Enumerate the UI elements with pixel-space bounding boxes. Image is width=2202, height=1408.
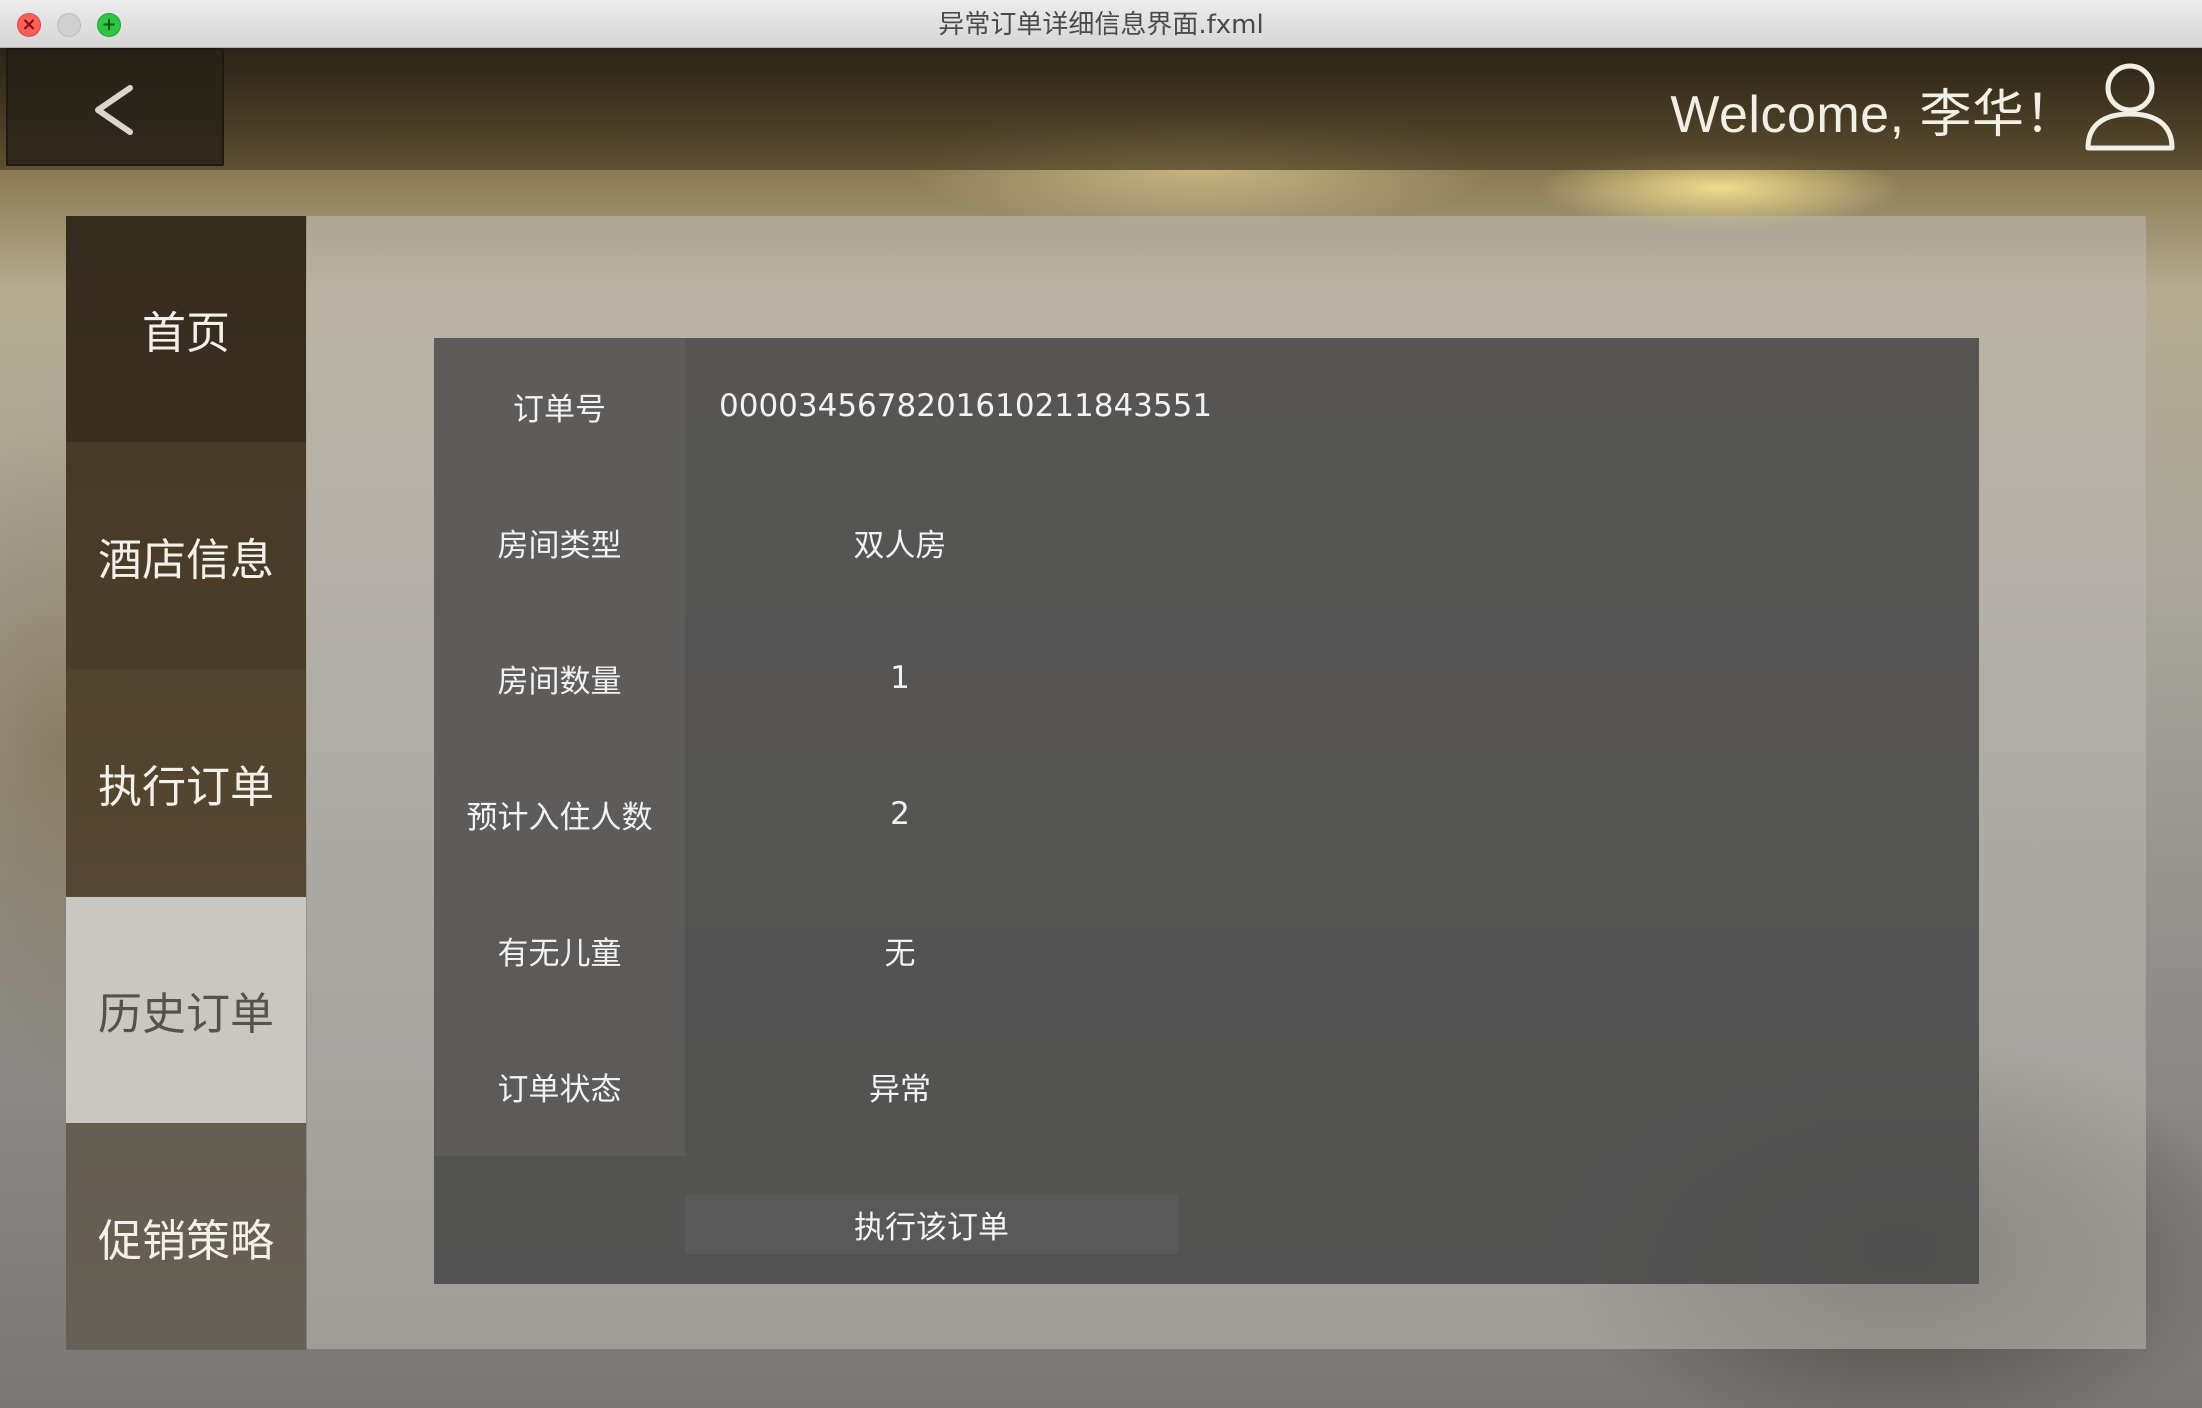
order-detail-card: 订单号 0000345678201610211843551 房间类型 双人房 房… [434, 338, 1979, 1284]
user-avatar-icon[interactable] [2082, 58, 2178, 154]
order-number-value: 0000345678201610211843551 [719, 388, 1213, 424]
room-type-value: 双人房 [853, 527, 947, 564]
window-titlebar: × + 异常订单详细信息界面.fxml [0, 0, 2202, 48]
back-button[interactable] [6, 48, 224, 166]
sidebar-item-hotel-info[interactable]: 酒店信息 [66, 443, 306, 669]
room-type-label: 房间类型 [497, 527, 622, 564]
window-title: 异常订单详细信息界面.fxml [938, 10, 1264, 40]
sidebar-item-home[interactable]: 首页 [66, 216, 306, 442]
order-status-label: 订单状态 [497, 1071, 622, 1108]
sidebar-item-execute-orders[interactable]: 执行订单 [66, 670, 306, 896]
order-status-value: 异常 [869, 1071, 931, 1108]
children-label: 有无儿童 [497, 935, 622, 972]
sidebar-item-promotions[interactable]: 促销策略 [66, 1124, 306, 1350]
order-number-label: 订单号 [513, 391, 606, 428]
room-count-value: 1 [890, 660, 910, 696]
chevron-left-icon [95, 85, 133, 135]
execute-order-button[interactable]: 执行该订单 [685, 1194, 1178, 1254]
sidebar-nav: 首页 酒店信息 执行订单 历史订单 促销策略 [66, 216, 306, 1350]
welcome-message: Welcome, 李华！ [1670, 86, 2077, 144]
guest-count-label: 预计入住人数 [466, 799, 653, 836]
room-count-label: 房间数量 [497, 663, 622, 700]
sidebar-item-history-orders[interactable]: 历史订单 [66, 897, 306, 1123]
guest-count-value: 2 [890, 796, 910, 832]
children-value: 无 [884, 935, 916, 972]
